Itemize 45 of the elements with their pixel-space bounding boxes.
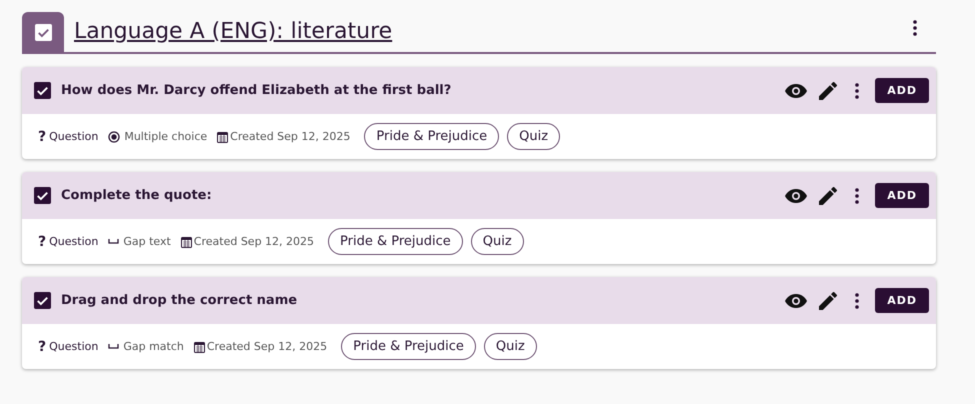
created-date: Created Sep 12, 2025: [206, 340, 328, 353]
calendar-icon: [194, 340, 205, 352]
pencil-icon[interactable]: [819, 82, 838, 100]
tag-chip[interactable]: Pride & Prejudice: [341, 333, 476, 360]
category-mark: ?: [38, 338, 46, 354]
type-label: Multiple choice: [124, 130, 208, 143]
checkbox[interactable]: [34, 187, 51, 204]
more-icon[interactable]: [913, 20, 917, 36]
checkbox[interactable]: [34, 24, 52, 40]
tag-chip[interactable]: Quiz: [470, 228, 524, 255]
eye-icon[interactable]: [785, 188, 808, 202]
category-mark: ?: [38, 234, 46, 250]
question-title: Complete the quote:: [61, 188, 213, 203]
add-button[interactable]: ADD: [875, 78, 929, 103]
question-title: How does Mr. Darcy offend Elizabeth at the first ball?: [61, 83, 452, 98]
category-label: Question: [49, 130, 98, 143]
checkbox[interactable]: [34, 292, 51, 309]
pencil-icon[interactable]: [819, 186, 838, 204]
tag-chip[interactable]: Pride & Prejudice: [364, 123, 500, 150]
pencil-icon[interactable]: [819, 292, 838, 310]
calendar-icon: [217, 130, 228, 142]
add-button[interactable]: ADD: [875, 183, 929, 208]
add-button[interactable]: ADD: [875, 288, 929, 313]
calendar-icon: [180, 236, 192, 248]
tag-chip[interactable]: Quiz: [507, 123, 560, 150]
checkbox[interactable]: [34, 82, 51, 99]
eye-icon[interactable]: [785, 294, 808, 308]
radio-icon: [108, 130, 120, 142]
type-label: Gap text: [123, 235, 171, 248]
type-label: Gap match: [123, 340, 184, 353]
section-title[interactable]: Language A (ENG): literature: [74, 19, 913, 44]
created-date: Created Sep 12, 2025: [230, 130, 350, 143]
more-icon[interactable]: [855, 188, 860, 204]
tag-chip[interactable]: Pride & Prejudice: [328, 228, 463, 255]
category-mark: ?: [38, 128, 46, 144]
question-title: Drag and drop the correct name: [61, 293, 298, 308]
space-icon: [108, 344, 120, 349]
space-icon: [108, 239, 120, 244]
more-icon[interactable]: [855, 292, 860, 308]
tag-chip[interactable]: Quiz: [484, 333, 537, 360]
more-icon[interactable]: [855, 82, 860, 98]
category-label: Question: [49, 340, 98, 353]
eye-icon[interactable]: [785, 84, 808, 98]
created-date: Created Sep 12, 2025: [194, 235, 314, 248]
category-label: Question: [49, 235, 98, 248]
